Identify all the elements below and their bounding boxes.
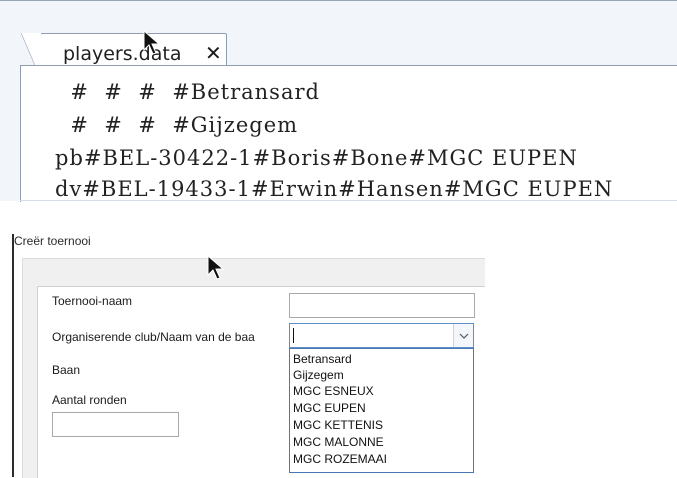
dropdown-option[interactable]: MGC KETTENIS — [293, 418, 383, 432]
dropdown-option[interactable]: Betransard — [293, 352, 352, 366]
code-line: # # # #Betransard — [55, 80, 320, 104]
dropdown-option[interactable]: MGC MALONNE — [293, 435, 384, 449]
rounds-input[interactable] — [52, 412, 179, 437]
code-line: # # # #Gijzegem — [55, 113, 299, 137]
editor-divider — [20, 200, 677, 201]
close-icon[interactable]: ✕ — [205, 41, 222, 65]
dropdown-option[interactable]: MGC EUPEN — [293, 401, 366, 415]
organising-club-label: Organiserende club/Naam van de baa — [52, 330, 255, 344]
club-dropdown-list[interactable]: Betransard Gijzegem MGC ESNEUX MGC EUPEN… — [289, 348, 474, 473]
dropdown-option[interactable]: MGC ROZEMAAI — [293, 452, 387, 466]
rounds-label: Aantal ronden — [52, 393, 127, 407]
code-line: pb#BEL-30422-1#Boris#Bone#MGC EUPEN — [55, 146, 578, 170]
text-caret — [293, 328, 294, 343]
chevron-down-icon — [459, 333, 468, 339]
tournament-name-label: Toernooi-naam — [52, 294, 133, 308]
dropdown-option[interactable]: Gijzegem — [293, 368, 344, 382]
dropdown-option[interactable]: MGC ESNEUX — [293, 384, 374, 398]
editor-panel: players.data ✕ # # # #Betransard # # # #… — [0, 0, 677, 202]
tab-strip: players.data ✕ — [0, 15, 677, 80]
tab-label: players.data — [63, 43, 182, 65]
dropdown-button[interactable] — [453, 324, 473, 347]
dialog-title: Creër toernooi — [14, 234, 91, 248]
mouse-pointer-icon — [143, 30, 161, 55]
tournament-name-input[interactable] — [289, 293, 475, 318]
course-label: Baan — [52, 363, 81, 377]
editor-text-area[interactable]: # # # #Betransard # # # #Gijzegem pb#BEL… — [20, 65, 677, 202]
mouse-pointer-icon — [207, 255, 225, 280]
dialog-border — [12, 234, 14, 477]
code-line: dv#BEL-19433-1#Erwin#Hansen#MGC EUPEN — [55, 177, 614, 201]
organising-club-combobox[interactable] — [289, 323, 474, 348]
